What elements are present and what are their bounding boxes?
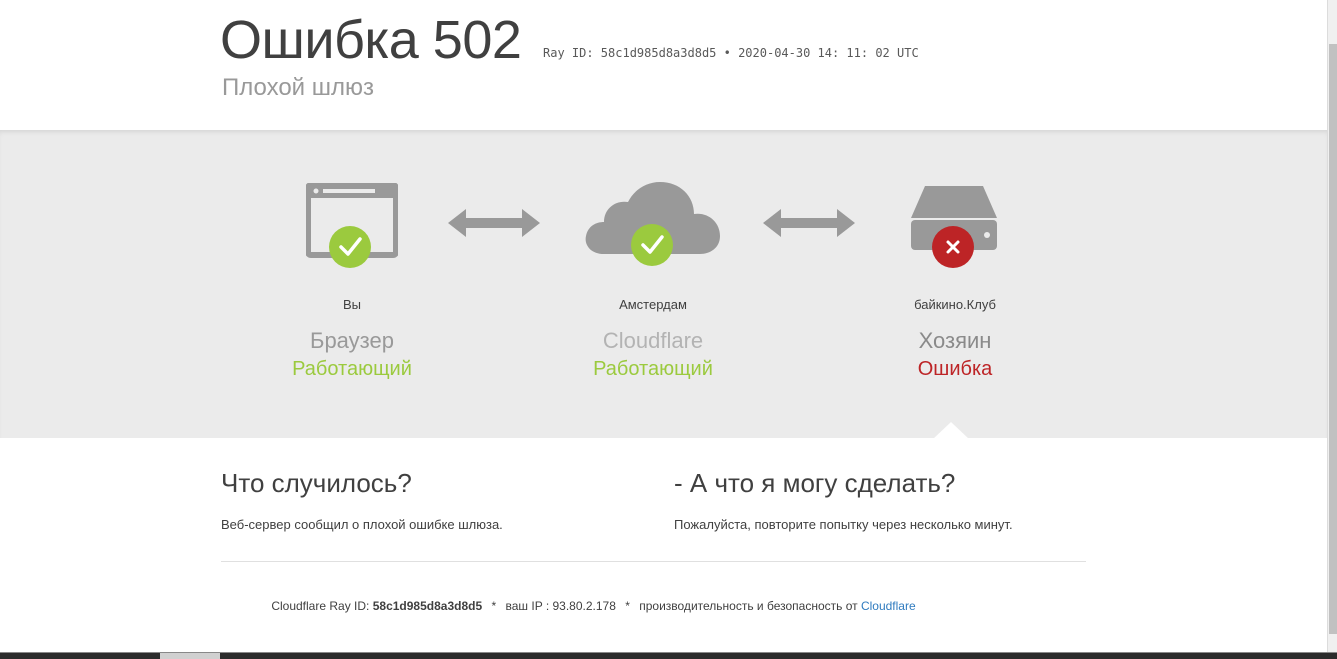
footer-separator: * (491, 599, 497, 613)
taskbar-tab[interactable] (160, 653, 220, 659)
scrollbar-thumb[interactable] (1329, 44, 1337, 634)
footer-divider (221, 561, 1086, 562)
server-icon (911, 186, 997, 268)
error-code: 502 (432, 10, 522, 70)
what-happened-title: Что случилось? (221, 468, 412, 498)
ip-label: ваш IP : 93.80.2.178 (505, 599, 616, 613)
what-can-i-do-title: - А что я могу сделать? (674, 468, 956, 498)
error-header: Ошибка 502 Ray ID: 58c1d985d8a3d8d5 • 20… (0, 4, 1327, 130)
vertical-scrollbar[interactable] (1327, 0, 1337, 659)
status-place: Вы (342, 297, 361, 312)
status-state: Работающий (593, 358, 713, 380)
browser-icon (306, 183, 398, 268)
page-subtitle: Плохой шлюз (222, 74, 375, 101)
what-happened-text: Веб-сервер сообщил о плохой ошибке шлюза… (221, 517, 503, 532)
ray-id-value: 58c1d985d8a3d8d5 (372, 599, 483, 613)
cloudflare-link[interactable]: Cloudflare (861, 599, 916, 613)
status-state: Ошибка (917, 358, 993, 380)
cloud-icon (585, 182, 720, 266)
page-title: Ошибка 502 (220, 10, 522, 70)
title-word: Ошибка (220, 10, 419, 70)
status-state: Работающий (292, 358, 412, 380)
what-can-i-do-section: - А что я могу сделать? Пожалуйста, повт… (674, 468, 1094, 532)
status-diagram: Вы Браузер Работающий Амстердам Cloudfla… (0, 130, 1327, 438)
what-happened-section: Что случилось? Веб-сервер сообщил о плох… (221, 468, 641, 532)
error-pointer (933, 422, 969, 439)
status-cloudflare: Амстердам Cloudflare Работающий (533, 130, 773, 380)
status-role: Cloudflare (602, 328, 704, 353)
status-place: Амстердам (619, 297, 687, 312)
what-can-i-do-text: Пожалуйста, повторите попытку через неск… (674, 517, 1013, 532)
taskbar-strip (0, 652, 1337, 659)
status-host: байкино.Клуб Хозяин Ошибка (835, 130, 1075, 380)
performance-label: производительность и безопасность от (639, 599, 858, 613)
footer: Cloudflare Ray ID: 58c1d985d8a3d8d5 * ва… (0, 599, 1187, 613)
status-role: Браузер (310, 328, 394, 353)
footer-separator: * (625, 599, 630, 613)
status-browser: Вы Браузер Работающий (232, 130, 472, 380)
bidirectional-arrow-icon (448, 209, 540, 237)
ray-id-timestamp: Ray ID: 58c1d985d8a3d8d5 • 2020-04-30 14… (543, 46, 919, 60)
ray-id-label: Cloudflare Ray ID: (271, 599, 370, 613)
status-role: Хозяин (918, 328, 992, 353)
status-place: байкино.Клуб (914, 297, 996, 312)
